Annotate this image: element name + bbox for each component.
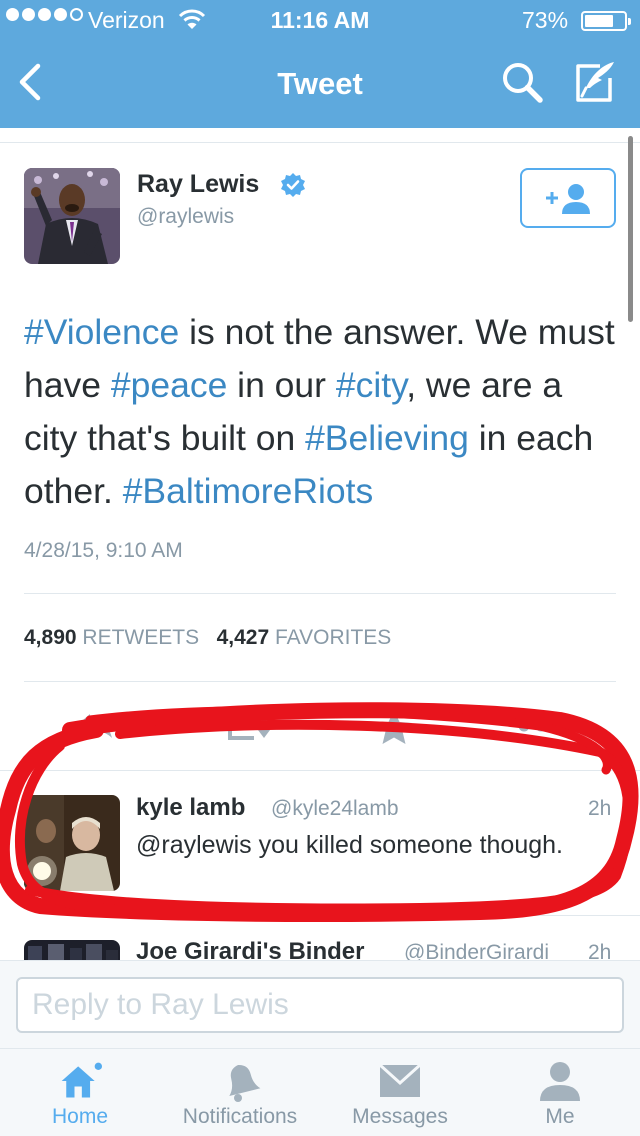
reply-author-name[interactable]: kyle lamb xyxy=(136,794,245,822)
reply-time: 2h xyxy=(588,941,612,960)
tab-label: Notifications xyxy=(182,1105,298,1128)
divider xyxy=(24,593,616,594)
reply-author-name[interactable]: Joe Girardi's Binder xyxy=(136,938,364,960)
tweet-timestamp: 4/28/15, 9:10 AM xyxy=(24,539,183,562)
divider xyxy=(24,681,616,682)
tweet-text: #Violence is not the answer. We must hav… xyxy=(24,306,624,518)
hashtag-link[interactable]: #Violence xyxy=(24,312,179,352)
tweet-stats: 4,890 RETWEETS 4,427 FAVORITES xyxy=(24,626,391,650)
hashtag-link[interactable]: #peace xyxy=(111,365,227,405)
author-handle[interactable]: @raylewis xyxy=(137,205,234,229)
author-avatar[interactable] xyxy=(24,168,120,264)
envelope-icon xyxy=(378,1063,422,1097)
signal-strength-icon xyxy=(6,8,83,21)
wifi-icon xyxy=(178,9,206,29)
tab-bar: Home Notifications Messages Me xyxy=(0,1048,640,1136)
hashtag-link[interactable]: #Believing xyxy=(305,418,469,458)
reply-composer xyxy=(0,960,640,1048)
retweets-label[interactable]: RETWEETS xyxy=(82,626,199,649)
tab-me[interactable]: Me xyxy=(480,1049,640,1136)
retweets-count[interactable]: 4,890 xyxy=(24,626,77,649)
author-name[interactable]: Ray Lewis xyxy=(137,170,259,199)
reply-time: 2h xyxy=(588,797,612,820)
status-bar: Verizon 11:16 AM 73% xyxy=(0,0,640,40)
hashtag-link[interactable]: #BaltimoreRiots xyxy=(123,471,374,511)
favorites-label[interactable]: FAVORITES xyxy=(275,626,391,649)
reply-icon[interactable] xyxy=(72,708,116,744)
compose-icon[interactable] xyxy=(570,58,618,106)
tab-label: Messages xyxy=(352,1105,448,1128)
nav-bar: Tweet xyxy=(0,40,640,128)
reply-avatar[interactable] xyxy=(24,940,120,960)
bell-icon xyxy=(229,1064,261,1102)
divider xyxy=(136,915,640,916)
more-icon[interactable] xyxy=(516,718,566,734)
favorites-count[interactable]: 4,427 xyxy=(217,626,270,649)
tab-messages[interactable]: Messages xyxy=(320,1049,480,1136)
person-icon xyxy=(540,1062,580,1101)
tweet-text-segment: in our xyxy=(227,365,336,405)
tab-home[interactable]: Home xyxy=(0,1049,160,1136)
retweet-icon[interactable] xyxy=(222,708,272,744)
reply-author-handle[interactable]: @kyle24lamb xyxy=(271,797,399,821)
hashtag-link[interactable]: #city xyxy=(336,365,406,405)
reply-input[interactable] xyxy=(16,977,624,1033)
reply-author-handle[interactable]: @BinderGirardi xyxy=(404,941,549,960)
tweet-detail[interactable]: Ray Lewis @raylewis #Violence is not the… xyxy=(0,128,640,960)
add-user-icon xyxy=(546,184,590,214)
reply-text: @raylewis you killed someone though. xyxy=(136,831,563,859)
search-icon[interactable] xyxy=(498,58,546,106)
verified-badge-icon xyxy=(281,173,305,197)
tab-label: Home xyxy=(51,1105,109,1128)
tab-label: Me xyxy=(545,1105,575,1128)
follow-button[interactable] xyxy=(520,168,616,228)
tab-notifications[interactable]: Notifications xyxy=(160,1049,320,1136)
home-icon xyxy=(61,1062,102,1098)
favorite-icon[interactable] xyxy=(372,708,416,748)
reply-avatar[interactable] xyxy=(24,795,120,891)
carrier-name: Verizon xyxy=(88,7,165,33)
divider xyxy=(0,770,640,771)
divider xyxy=(0,142,640,143)
battery-percent: 73% xyxy=(522,7,569,33)
scrollbar[interactable] xyxy=(628,136,633,322)
battery-icon xyxy=(581,11,631,31)
